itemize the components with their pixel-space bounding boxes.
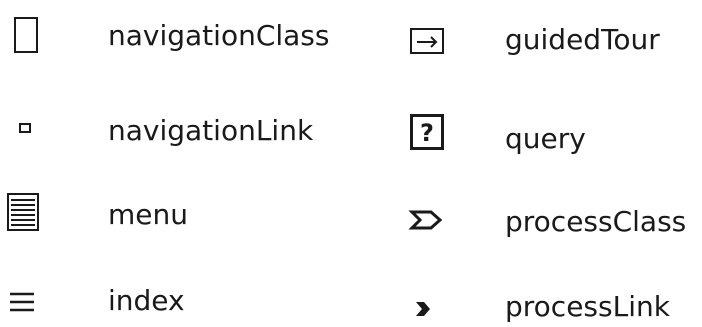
- process-link-icon: [416, 302, 430, 316]
- navigation-link-label: navigationLink: [108, 114, 314, 147]
- process-link-label: processLink: [505, 290, 670, 323]
- menu-label: menu: [108, 198, 188, 231]
- navigation-class-label: navigationClass: [108, 19, 330, 52]
- index-icon: [10, 292, 34, 312]
- guided-tour-label: guidedTour: [505, 23, 660, 56]
- query-icon: ?: [410, 114, 444, 150]
- navigation-class-icon: [14, 17, 38, 53]
- query-label: query: [505, 122, 586, 155]
- process-class-label: processClass: [505, 205, 687, 238]
- index-label: index: [108, 284, 185, 317]
- menu-icon: [7, 193, 39, 231]
- svg-text:?: ?: [420, 119, 434, 147]
- navigation-link-icon: [19, 123, 31, 133]
- process-class-icon: [408, 210, 443, 230]
- guided-tour-icon: [410, 28, 444, 54]
